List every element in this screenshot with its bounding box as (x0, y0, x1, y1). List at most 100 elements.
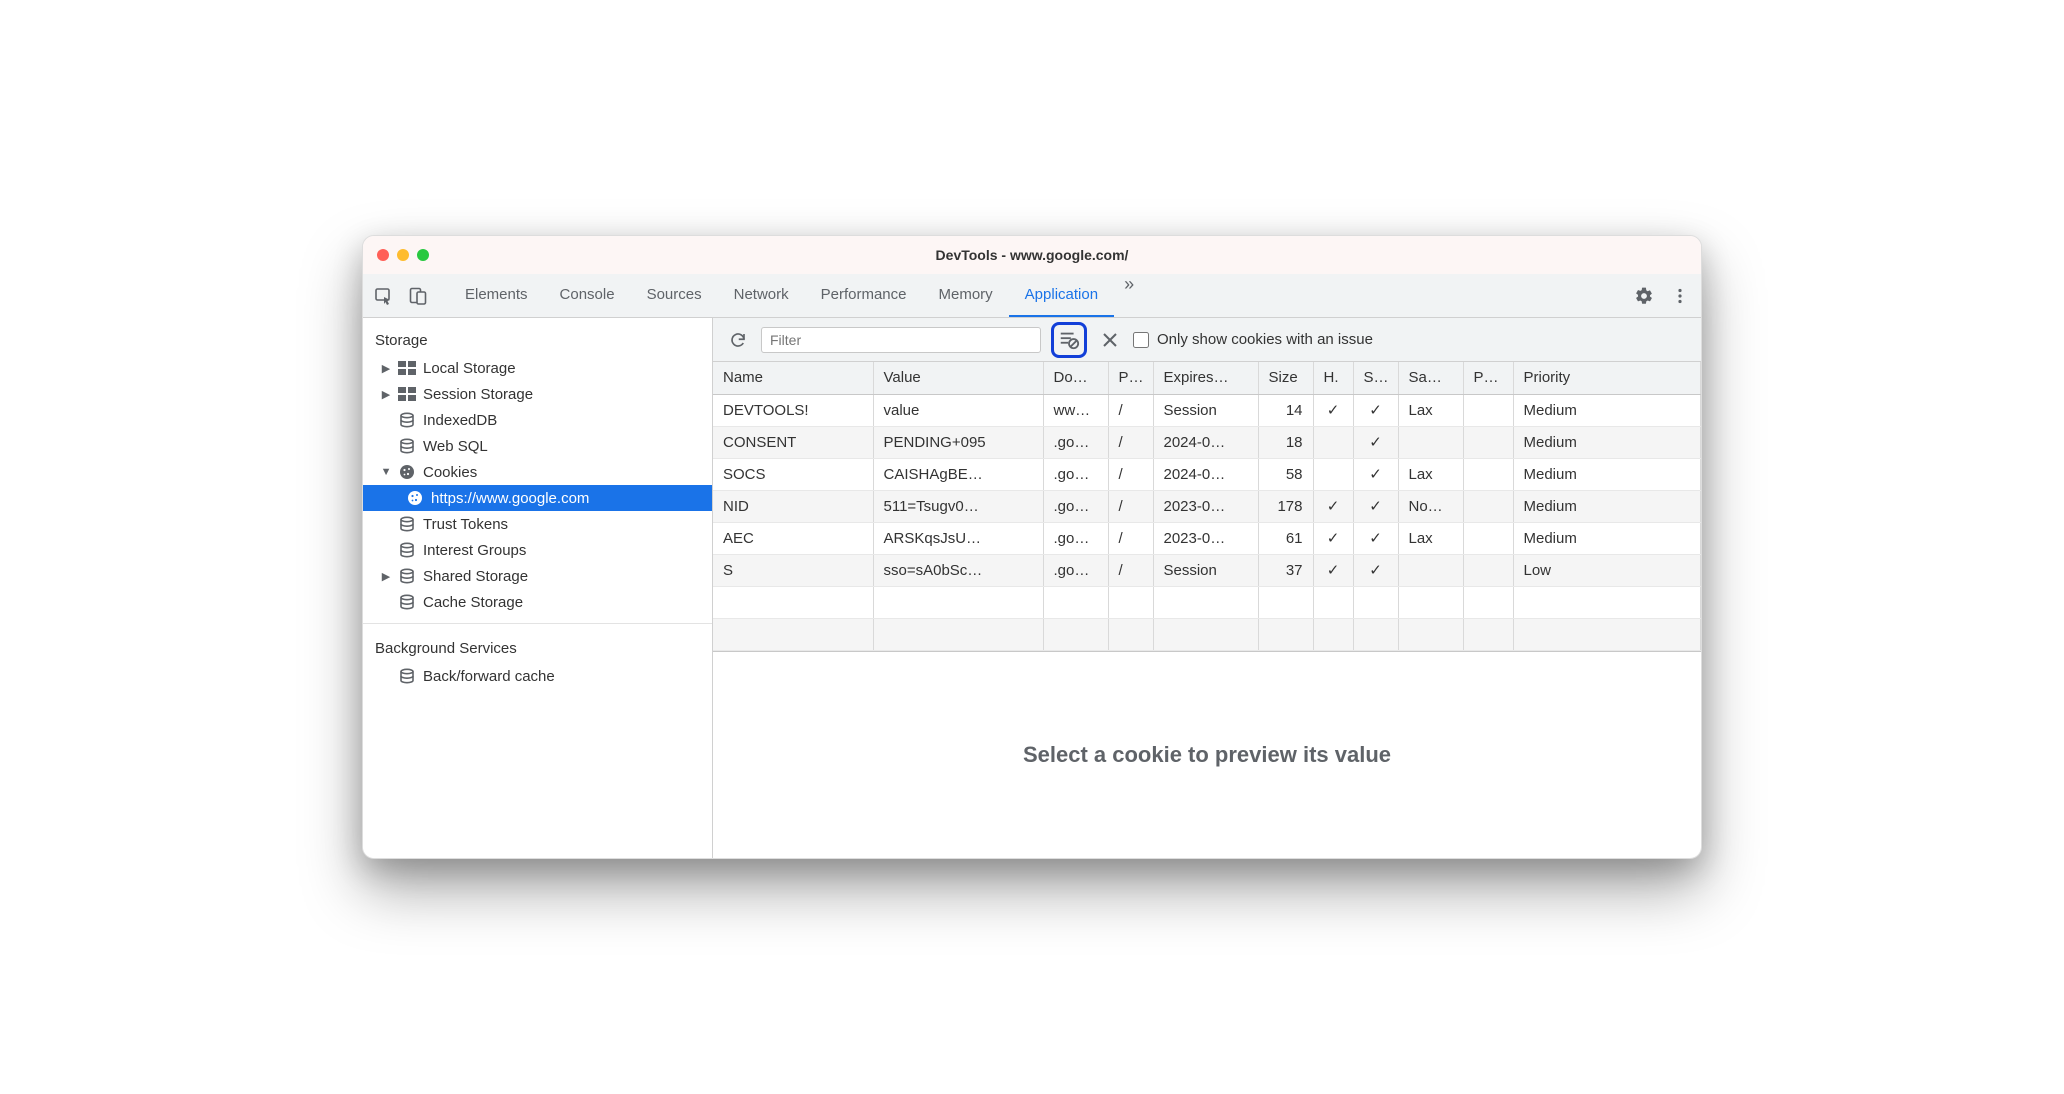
panel-body: Storage ▶ Local Storage ▶ Session Storag… (363, 318, 1701, 858)
sidebar-item-local-storage[interactable]: ▶ Local Storage (363, 355, 712, 381)
sidebar-item-cookie-origin[interactable]: https://www.google.com (363, 485, 712, 511)
preview-empty-message: Select a cookie to preview its value (1023, 742, 1391, 768)
panel-tabbar: Elements Console Sources Network Perform… (363, 274, 1701, 318)
cell-samesite: Lax (1398, 458, 1463, 490)
sidebar-item-bfcache[interactable]: Back/forward cache (363, 663, 712, 689)
tab-elements[interactable]: Elements (449, 274, 544, 317)
window-maximize-button[interactable] (417, 249, 429, 261)
tab-application[interactable]: Application (1009, 274, 1114, 317)
device-toolbar-icon[interactable] (403, 281, 433, 311)
sidebar-item-session-storage[interactable]: ▶ Session Storage (363, 381, 712, 407)
cell-http: ✓ (1313, 394, 1353, 426)
cell-value: value (873, 394, 1043, 426)
cell-domain: ww… (1043, 394, 1108, 426)
table-row[interactable]: DEVTOOLS!valueww…/Session14✓✓LaxMedium (713, 394, 1701, 426)
window-minimize-button[interactable] (397, 249, 409, 261)
cookies-toolbar: Only show cookies with an issue (713, 318, 1701, 362)
table-row[interactable]: AECARSKqsJsU….go…/2023-0…61✓✓LaxMedium (713, 522, 1701, 554)
cell-expires: 2023-0… (1153, 490, 1258, 522)
cell-partition (1463, 554, 1513, 586)
only-issues-checkbox[interactable] (1133, 332, 1149, 348)
tab-network[interactable]: Network (718, 274, 805, 317)
table-row[interactable]: Ssso=sA0bSc….go…/Session37✓✓Low (713, 554, 1701, 586)
sidebar-item-label: Local Storage (423, 360, 516, 377)
cell-name: S (713, 554, 873, 586)
sidebar-item-label: IndexedDB (423, 412, 497, 429)
disclosure-down-icon: ▼ (381, 466, 391, 478)
kebab-menu-icon[interactable] (1665, 281, 1695, 311)
sidebar-item-label: Cache Storage (423, 594, 523, 611)
tab-sources[interactable]: Sources (631, 274, 718, 317)
tab-console[interactable]: Console (544, 274, 631, 317)
sidebar-item-cache-storage[interactable]: Cache Storage (363, 589, 712, 615)
col-priority[interactable]: Priority (1513, 362, 1701, 394)
cell-priority: Medium (1513, 458, 1701, 490)
sidebar-item-label: Web SQL (423, 438, 488, 455)
table-row[interactable]: CONSENTPENDING+095.go…/2024-0…18✓Medium (713, 426, 1701, 458)
only-issues-checkbox-wrap[interactable]: Only show cookies with an issue (1133, 331, 1373, 348)
filter-input[interactable] (761, 327, 1041, 353)
sidebar-item-shared-storage[interactable]: ▶ Shared Storage (363, 563, 712, 589)
cell-http: ✓ (1313, 490, 1353, 522)
table-row-empty (713, 618, 1701, 650)
gear-icon[interactable] (1629, 281, 1659, 311)
cell-priority: Medium (1513, 490, 1701, 522)
col-value[interactable]: Value (873, 362, 1043, 394)
sidebar-item-cookies[interactable]: ▼ Cookies (363, 459, 712, 485)
cell-domain: .go… (1043, 490, 1108, 522)
cookie-icon (405, 489, 425, 507)
tab-performance[interactable]: Performance (805, 274, 923, 317)
col-secure[interactable]: S… (1353, 362, 1398, 394)
clear-all-button[interactable] (1097, 327, 1123, 353)
disclosure-right-icon: ▶ (381, 362, 391, 375)
cell-http: ✓ (1313, 554, 1353, 586)
cell-secure: ✓ (1353, 522, 1398, 554)
tab-memory[interactable]: Memory (923, 274, 1009, 317)
cell-value: CAISHAgBE… (873, 458, 1043, 490)
cell-secure: ✓ (1353, 394, 1398, 426)
clear-filtered-cookies-button[interactable] (1056, 327, 1082, 353)
refresh-button[interactable] (725, 327, 751, 353)
sidebar-item-interest-groups[interactable]: Interest Groups (363, 537, 712, 563)
table-header-row: Name Value Do… P… Expires… Size H. S… Sa… (713, 362, 1701, 394)
cell-expires: 2024-0… (1153, 426, 1258, 458)
cell-domain: .go… (1043, 554, 1108, 586)
sidebar-section-storage: Storage (363, 324, 712, 355)
window-title: DevTools - www.google.com/ (363, 247, 1701, 263)
table-row[interactable]: NID511=Tsugv0….go…/2023-0…178✓✓No…Medium (713, 490, 1701, 522)
col-expires[interactable]: Expires… (1153, 362, 1258, 394)
database-icon (397, 593, 417, 611)
sidebar-item-indexeddb[interactable]: IndexedDB (363, 407, 712, 433)
window-close-button[interactable] (377, 249, 389, 261)
col-path[interactable]: P… (1108, 362, 1153, 394)
sidebar-item-trust-tokens[interactable]: Trust Tokens (363, 511, 712, 537)
sidebar-item-websql[interactable]: Web SQL (363, 433, 712, 459)
more-tabs-button[interactable]: » (1114, 274, 1144, 317)
sidebar-item-label: Session Storage (423, 386, 533, 403)
col-httponly[interactable]: H. (1313, 362, 1353, 394)
inspect-element-icon[interactable] (369, 281, 399, 311)
application-sidebar: Storage ▶ Local Storage ▶ Session Storag… (363, 318, 713, 858)
cell-secure: ✓ (1353, 554, 1398, 586)
cell-priority: Medium (1513, 394, 1701, 426)
sidebar-item-label: https://www.google.com (431, 490, 589, 507)
cell-size: 14 (1258, 394, 1313, 426)
col-size[interactable]: Size (1258, 362, 1313, 394)
col-name[interactable]: Name (713, 362, 873, 394)
cell-domain: .go… (1043, 458, 1108, 490)
cell-secure: ✓ (1353, 490, 1398, 522)
cell-path: / (1108, 426, 1153, 458)
database-icon (397, 411, 417, 429)
database-icon (397, 515, 417, 533)
col-domain[interactable]: Do… (1043, 362, 1108, 394)
cell-size: 18 (1258, 426, 1313, 458)
cell-samesite: No… (1398, 490, 1463, 522)
database-icon (397, 437, 417, 455)
cell-secure: ✓ (1353, 426, 1398, 458)
col-samesite[interactable]: Sa… (1398, 362, 1463, 394)
cell-name: NID (713, 490, 873, 522)
table-row[interactable]: SOCSCAISHAgBE….go…/2024-0…58✓LaxMedium (713, 458, 1701, 490)
table-row-empty (713, 586, 1701, 618)
col-partition[interactable]: P… (1463, 362, 1513, 394)
cell-priority: Medium (1513, 426, 1701, 458)
